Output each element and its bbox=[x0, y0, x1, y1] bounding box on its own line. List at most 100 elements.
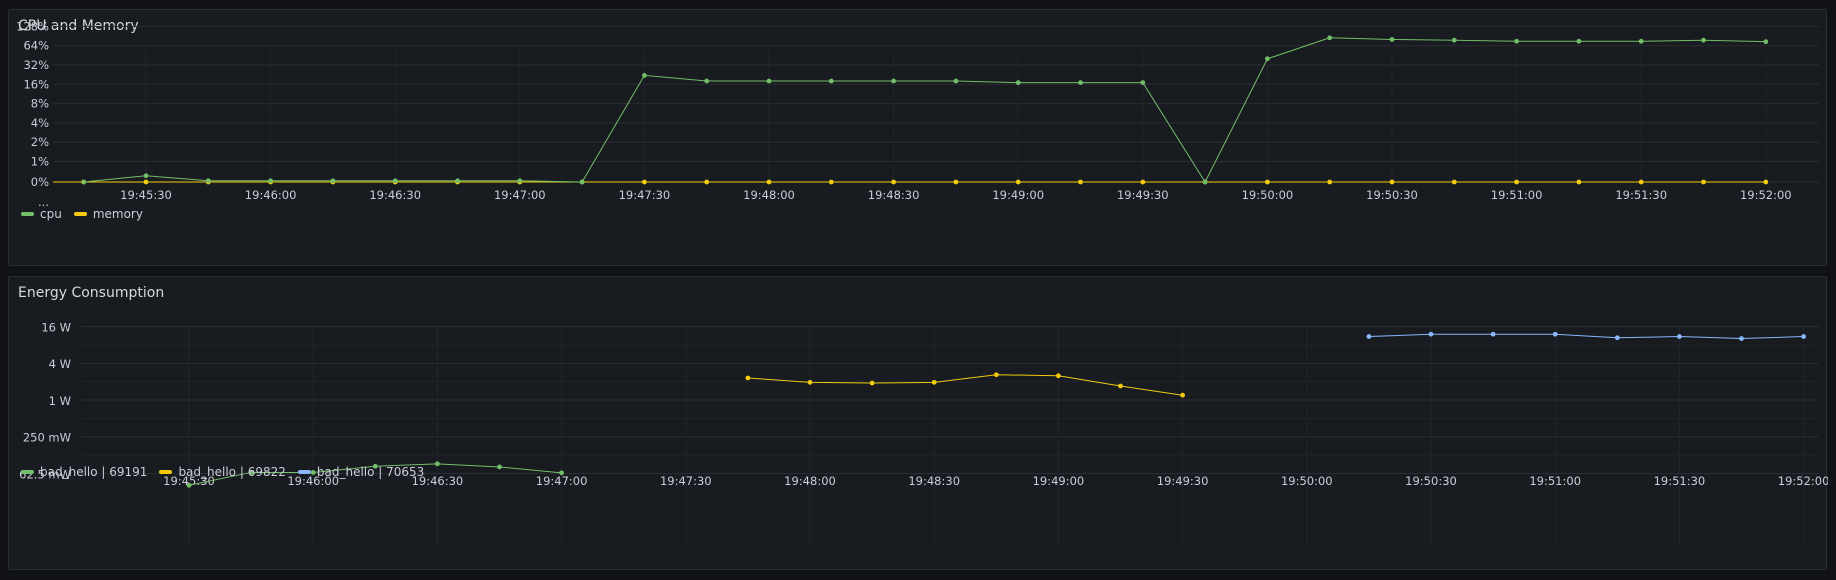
legend-label: cpu bbox=[40, 207, 62, 221]
legend-item-memory[interactable]: memory bbox=[73, 207, 143, 221]
data-point-memory bbox=[1265, 179, 1270, 185]
x-tick-label: 19:51:30 bbox=[1615, 188, 1667, 202]
x-tick-label: 19:48:30 bbox=[908, 474, 960, 488]
data-point-cpu bbox=[1763, 39, 1769, 45]
data-point-cpu bbox=[143, 173, 149, 179]
data-point bbox=[1739, 336, 1744, 341]
x-tick-label: 19:47:00 bbox=[536, 474, 588, 488]
series-line-cpu bbox=[83, 37, 1766, 184]
data-point-cpu bbox=[1327, 35, 1333, 41]
data-point bbox=[497, 464, 502, 470]
y-tick-label: 1 W bbox=[49, 394, 71, 408]
data-point-memory bbox=[766, 179, 772, 185]
data-point bbox=[993, 372, 999, 378]
x-tick-label: 19:50:00 bbox=[1281, 474, 1333, 488]
data-point-memory bbox=[1701, 179, 1706, 185]
data-point-cpu bbox=[205, 178, 211, 184]
energy-plot-group: 16 W4 W1 W250 mW62.5 mW 19:45:30 19:46:00 1… bbox=[19, 320, 1828, 547]
energy-legend: bad_hello | 69191 bad_hello | 69822 bad_… bbox=[21, 465, 424, 479]
data-point-cpu bbox=[1638, 38, 1644, 44]
x-tick-label: 19:46:00 bbox=[245, 188, 297, 202]
x-tick-label: 19:49:00 bbox=[992, 188, 1044, 202]
legend-item-69822[interactable]: bad_hello | 69822 bbox=[159, 465, 286, 479]
x-tick-label: 19:51:00 bbox=[1491, 188, 1543, 202]
y-tick-label: 16 W bbox=[41, 320, 71, 334]
data-point-cpu bbox=[704, 78, 710, 84]
y-tick-label: 2% bbox=[31, 135, 49, 149]
y-tick-label: 250 mW bbox=[23, 431, 71, 445]
x-tick-label: 19:45:30 bbox=[120, 188, 172, 202]
x-tick-label: 19:50:30 bbox=[1405, 474, 1457, 488]
data-point bbox=[435, 461, 440, 467]
x-tick-label: 19:48:00 bbox=[743, 188, 795, 202]
x-tick-label: 19:49:00 bbox=[1033, 474, 1085, 488]
y-tick-label: 8% bbox=[31, 97, 49, 111]
x-tick-label: 19:51:30 bbox=[1654, 474, 1706, 488]
legend-item-cpu[interactable]: cpu bbox=[21, 207, 62, 221]
data-point-cpu bbox=[1514, 38, 1519, 44]
data-point-memory bbox=[953, 179, 959, 185]
data-point-cpu bbox=[1015, 80, 1021, 86]
data-point-cpu bbox=[1140, 80, 1146, 86]
x-tick-label: 19:51:00 bbox=[1529, 474, 1581, 488]
data-point bbox=[1118, 383, 1123, 389]
legend-label: memory bbox=[92, 207, 143, 221]
data-point-memory bbox=[1389, 179, 1395, 185]
data-point bbox=[931, 379, 937, 385]
y-tick-label: 0% bbox=[31, 175, 49, 189]
series-line bbox=[748, 375, 1183, 395]
data-point-cpu bbox=[1576, 38, 1582, 44]
data-point bbox=[186, 482, 192, 488]
data-point bbox=[869, 380, 875, 386]
x-tick-label: 19:47:00 bbox=[494, 188, 546, 202]
data-point-memory bbox=[1451, 179, 1457, 185]
legend-swatch bbox=[73, 212, 87, 216]
data-point bbox=[807, 379, 813, 385]
data-point-memory bbox=[828, 179, 834, 185]
x-tick-label: 19:52:00 bbox=[1740, 188, 1792, 202]
data-point bbox=[1614, 335, 1620, 341]
legend-swatch bbox=[21, 470, 34, 474]
series-line bbox=[1369, 334, 1804, 338]
data-point bbox=[745, 375, 751, 381]
energy-panel: Energy Consumption 16 W4 W1 W 250 mW 62.5 … bbox=[8, 276, 1828, 570]
energy-chart: 16 W4 W1 W250 mW62.5 mW 19:45:30 19:46:00 1… bbox=[19, 320, 1828, 547]
data-point-cpu bbox=[953, 78, 959, 84]
x-tick-label: 19:49:30 bbox=[1157, 474, 1209, 488]
y-tick-label: 16% bbox=[23, 77, 49, 91]
data-point bbox=[559, 470, 564, 476]
legend-label: bad_hello | 69822 bbox=[178, 465, 286, 479]
data-point bbox=[1056, 373, 1061, 379]
x-tick-label: 19:48:00 bbox=[784, 474, 836, 488]
data-point-memory bbox=[1514, 179, 1519, 185]
data-point bbox=[1677, 334, 1682, 339]
y-tick-label: 64% bbox=[23, 39, 49, 53]
data-point-memory bbox=[1015, 179, 1021, 185]
data-point-cpu bbox=[1265, 56, 1270, 62]
legend-swatch bbox=[159, 470, 173, 474]
data-point-cpu bbox=[766, 78, 772, 84]
legend-item-70653[interactable]: bad_hello | 70653 bbox=[297, 465, 424, 479]
data-point-cpu bbox=[517, 178, 523, 184]
x-tick-label: 19:48:30 bbox=[868, 188, 920, 202]
data-point-cpu bbox=[392, 178, 398, 184]
y-tick-label: 32% bbox=[23, 58, 49, 72]
data-point-cpu bbox=[1078, 80, 1083, 86]
data-point bbox=[1180, 392, 1185, 398]
cpu-memory-panel: CPU and Memory 128% 64% 32% 16% 8% 4% 2% 1% 0%..… bbox=[8, 9, 1827, 266]
data-point-memory bbox=[704, 179, 710, 185]
x-tick-label: 19:46:30 bbox=[369, 188, 421, 202]
data-point bbox=[1428, 331, 1434, 337]
legend-item-69191[interactable]: bad_hello | 69191 bbox=[21, 465, 147, 479]
y-tick-label: 128% bbox=[16, 19, 49, 33]
cpu-memory-chart: 128%64%32%16%8%4%2%1%0%... 19:45:30 19:46:… bbox=[16, 19, 1819, 209]
data-point-cpu bbox=[1202, 179, 1208, 185]
data-point-cpu bbox=[579, 179, 585, 185]
data-point-cpu bbox=[891, 78, 896, 84]
data-point-memory bbox=[143, 179, 149, 185]
y-tick-label: 1% bbox=[31, 155, 49, 169]
x-tick-label: 19:49:30 bbox=[1117, 188, 1169, 202]
data-point-cpu bbox=[642, 73, 647, 78]
data-point-memory bbox=[1140, 179, 1146, 185]
x-tick-label: 19:50:00 bbox=[1242, 188, 1294, 202]
